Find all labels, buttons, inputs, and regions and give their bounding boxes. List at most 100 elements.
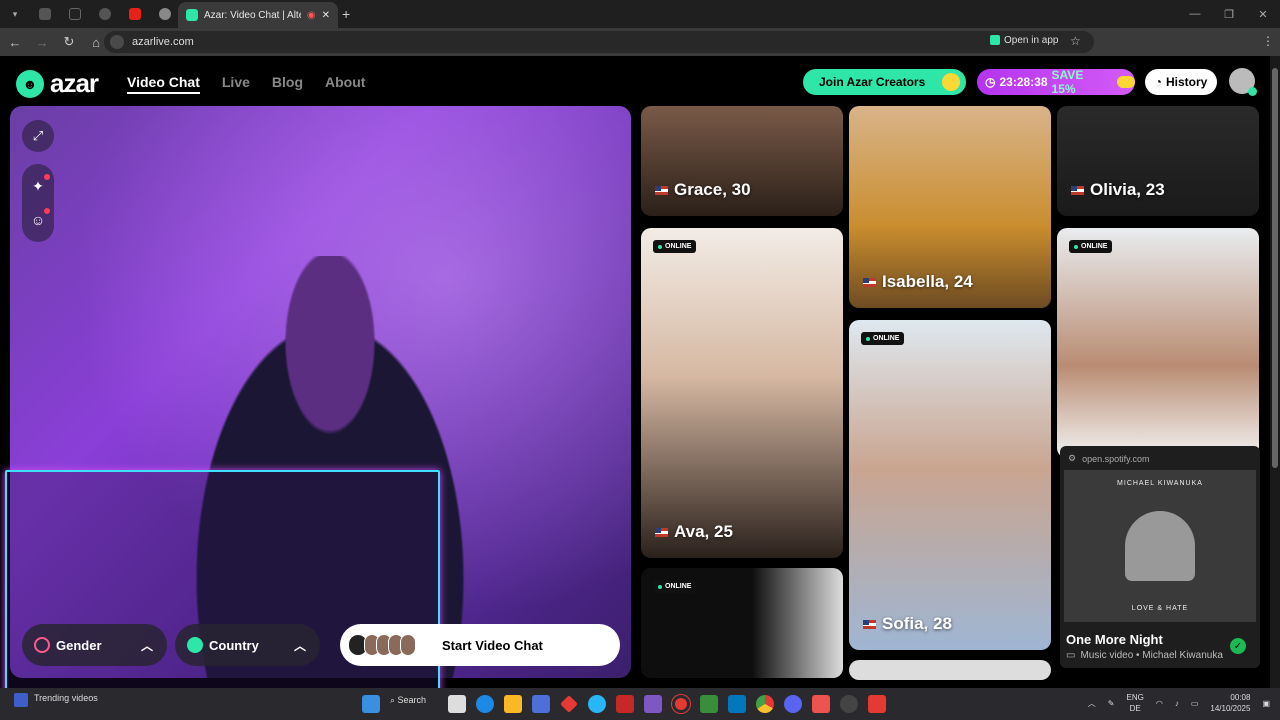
widget-icon (14, 693, 28, 707)
close-window-button[interactable]: ✕ (1246, 0, 1280, 28)
profile-card[interactable]: ONLINE Ava, 25 (641, 228, 843, 558)
tab-2[interactable] (60, 0, 90, 28)
battery-icon[interactable]: ▭ (1191, 699, 1199, 708)
task-view-icon[interactable] (447, 695, 466, 713)
us-flag-icon (655, 185, 668, 195)
news-title: Trending videos (34, 693, 98, 703)
gender-filter[interactable]: Gender ︿ (22, 624, 167, 666)
profile-name: Sofia, 28 (863, 614, 952, 634)
folder-icon[interactable] (503, 695, 522, 713)
tab-1[interactable] (30, 0, 60, 28)
profile-card[interactable] (849, 660, 1051, 680)
news-widget[interactable]: Trending videos (14, 693, 98, 707)
spotify-miniplayer[interactable]: ⚙ open.spotify.com MICHAEL KIWANUKA LOVE… (1060, 446, 1260, 668)
country-label: Country (209, 637, 259, 653)
nav-video-chat[interactable]: Video Chat (127, 74, 200, 94)
azar-logo-icon: ☻ (16, 69, 44, 98)
tab-4[interactable] (120, 0, 150, 28)
windows-start-icon[interactable] (362, 695, 380, 713)
expand-icon[interactable]: ⤢ (22, 120, 54, 152)
azar-favicon-icon (186, 9, 198, 21)
app-icon[interactable] (587, 695, 606, 713)
profile-card[interactable]: Isabella, 24 (849, 106, 1051, 308)
store-icon[interactable] (531, 695, 550, 713)
maximize-button[interactable]: ❐ (1212, 0, 1246, 28)
app-icon[interactable] (839, 695, 858, 713)
scrollbar-thumb[interactable] (1272, 68, 1278, 468)
app-icon[interactable] (727, 695, 746, 713)
app-icon[interactable] (615, 695, 634, 713)
nav-about[interactable]: About (325, 74, 365, 94)
us-flag-icon (863, 277, 876, 287)
scrollbar[interactable] (1270, 56, 1280, 688)
app-icon[interactable] (811, 695, 830, 713)
url-text: azarlive.com (132, 36, 194, 48)
search-button[interactable]: ⌕ Search (390, 695, 426, 713)
app-icon[interactable] (867, 695, 886, 713)
tab-3[interactable] (90, 0, 120, 28)
youtube-icon (129, 8, 141, 20)
azar-logo[interactable]: ☻ azar (16, 68, 99, 99)
history-button[interactable]: ◔ History (1145, 69, 1217, 95)
profile-card[interactable]: ONLINE (641, 568, 843, 678)
app-icon[interactable] (699, 695, 718, 713)
online-badge: ONLINE (861, 332, 905, 345)
forward-button[interactable]: → (30, 30, 54, 54)
avatar-stack (348, 634, 416, 656)
profile-card[interactable]: ONLINE Sofia, 28 (849, 320, 1051, 650)
country-filter[interactable]: Country ︿ (175, 624, 320, 666)
join-creators-button[interactable]: Join Azar Creators (803, 69, 966, 95)
notification-dot (44, 208, 50, 214)
volume-icon[interactable]: ♪ (1175, 699, 1179, 708)
pen-icon[interactable]: ✎ (1108, 699, 1115, 708)
edge-icon[interactable] (475, 695, 494, 713)
new-tab-button[interactable]: + (342, 6, 350, 22)
discord-icon[interactable] (783, 695, 802, 713)
reload-button[interactable]: ↻ (57, 30, 81, 54)
profile-card[interactable]: Olivia, 23 (1057, 106, 1259, 216)
promo-save-label: SAVE 15% (1051, 68, 1084, 96)
self-preview (5, 470, 440, 720)
online-badge: ONLINE (1069, 240, 1113, 253)
mask-button[interactable]: ☺ (24, 206, 52, 234)
globe-icon (187, 637, 203, 653)
app-icon[interactable] (643, 695, 662, 713)
broken-heart-icon (1125, 511, 1195, 581)
notification-icon[interactable]: ▣ (1262, 699, 1270, 708)
open-in-app-button[interactable]: Open in app (990, 32, 1059, 48)
tab-active[interactable]: Azar: Video Chat | Alternati ◉ ✕ (178, 2, 338, 28)
profile-name: Ava, 25 (655, 522, 733, 542)
tab-list-button[interactable]: ▾ (0, 0, 30, 28)
nav-live[interactable]: Live (222, 74, 250, 94)
address-bar[interactable]: azarlive.com (104, 31, 1094, 53)
join-creators-label: Join Azar Creators (819, 75, 926, 89)
back-button[interactable]: ← (3, 30, 27, 54)
site-info-icon[interactable] (110, 35, 124, 49)
effects-button[interactable]: ✦ (24, 172, 52, 200)
start-video-chat-button[interactable]: Start Video Chat (340, 624, 620, 666)
tab-5[interactable] (150, 0, 180, 28)
chevron-up-icon[interactable]: ︿ (1088, 698, 1096, 709)
chevron-up-icon: ︿ (293, 638, 306, 653)
close-tab-icon[interactable]: ✕ (322, 10, 330, 21)
user-avatar[interactable] (1229, 68, 1257, 96)
chrome-icon[interactable] (755, 695, 774, 713)
track-title: One More Night (1066, 632, 1163, 647)
clock[interactable]: 00:08 14/10/2025 (1210, 692, 1250, 714)
nav-blog[interactable]: Blog (272, 74, 303, 94)
language-indicator[interactable]: ENG DE (1127, 692, 1144, 714)
promo-timer-button[interactable]: ◷ 23:28:38 SAVE 15% (977, 68, 1135, 96)
menu-icon[interactable]: ⋮ (1262, 34, 1274, 48)
profile-card[interactable]: ONLINE (1057, 228, 1259, 458)
bookmark-star-icon[interactable]: ☆ (1070, 34, 1081, 48)
opera-icon[interactable] (671, 695, 690, 713)
minimize-button[interactable]: — (1178, 0, 1212, 28)
app-icon (990, 35, 1000, 45)
sparkle-icon: ✦ (32, 177, 44, 194)
history-icon: ◔ (1154, 75, 1162, 89)
us-flag-icon (1071, 185, 1084, 195)
wifi-icon[interactable]: ◠ (1156, 699, 1163, 708)
profile-card[interactable]: Grace, 30 (641, 106, 843, 216)
settings-icon[interactable]: ⚙ (1068, 453, 1076, 464)
app-icon[interactable] (559, 695, 578, 713)
